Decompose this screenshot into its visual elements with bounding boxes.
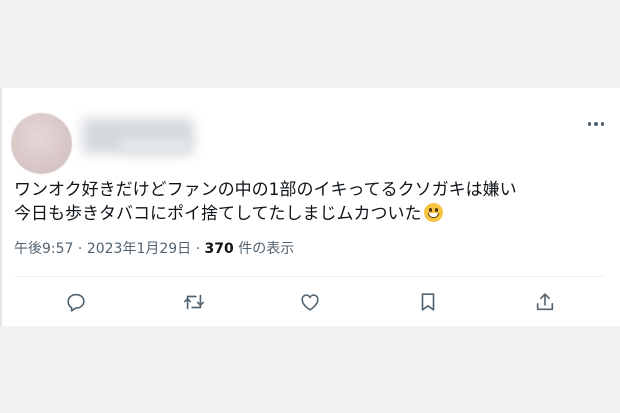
share-button[interactable] [527, 284, 563, 320]
bookmark-button[interactable] [410, 284, 446, 320]
tweet-meta: 午後9:57 · 2023年1月29日 · 370 件の表示 [14, 238, 294, 258]
tweet-text-line-1: ワンオク好きだけどファンの中の1部のイキってるクソガキは嫌い [14, 180, 517, 200]
more-horizontal-icon[interactable] [582, 110, 610, 138]
tweet-text-line-2: 今日も歩きタバコにポイ捨てしてたしまじムカついた [14, 204, 422, 224]
bookmark-icon [421, 293, 435, 311]
like-button[interactable] [292, 284, 328, 320]
divider [14, 276, 604, 277]
views-label[interactable]: 件の表示 [238, 241, 294, 257]
reply-icon [67, 293, 85, 312]
tweet-date[interactable]: 2023年1月29日 [87, 241, 191, 257]
avatar[interactable] [11, 113, 72, 174]
grinning-face-icon [423, 203, 443, 222]
heart-icon [301, 294, 319, 311]
retweet-icon [184, 294, 204, 310]
action-bar [14, 284, 604, 320]
blurred-handle [120, 138, 190, 154]
card-border [0, 88, 2, 326]
views-count[interactable]: 370 [205, 241, 234, 257]
share-icon [536, 293, 554, 311]
tweet-time[interactable]: 午後9:57 [14, 241, 73, 257]
meta-separator: · [77, 241, 83, 257]
retweet-button[interactable] [176, 284, 212, 320]
tweet-text: ワンオク好きだけどファンの中の1部のイキってるクソガキは嫌い 今日も歩きタバコに… [14, 178, 574, 226]
reply-button[interactable] [58, 284, 94, 320]
meta-separator-2: · [195, 241, 201, 257]
